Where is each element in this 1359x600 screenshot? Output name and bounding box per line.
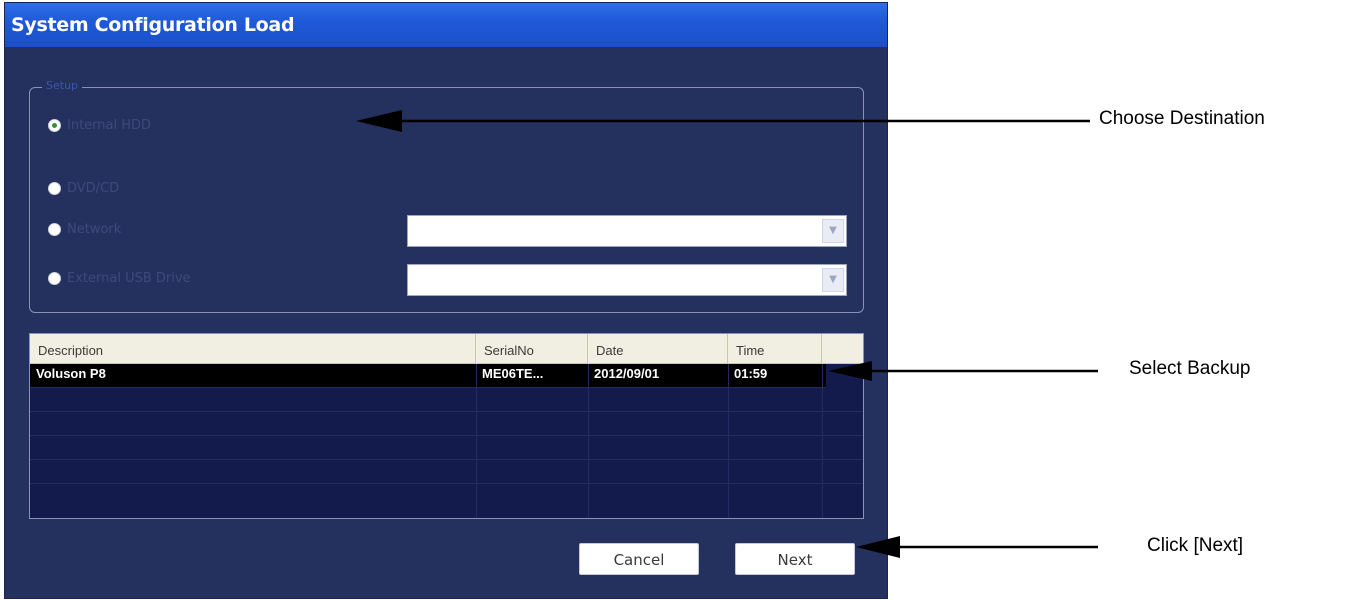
click-next-arrow: [856, 536, 1098, 558]
annotation-select-backup: Select Backup: [1129, 358, 1251, 379]
annotation-choose-destination: Choose Destination: [1099, 108, 1265, 129]
choose-destination-arrow: [356, 110, 1090, 132]
select-backup-arrow: [828, 361, 1098, 381]
annotation-click-next: Click [Next]: [1147, 535, 1244, 556]
annotation-arrows: [356, 110, 1098, 558]
